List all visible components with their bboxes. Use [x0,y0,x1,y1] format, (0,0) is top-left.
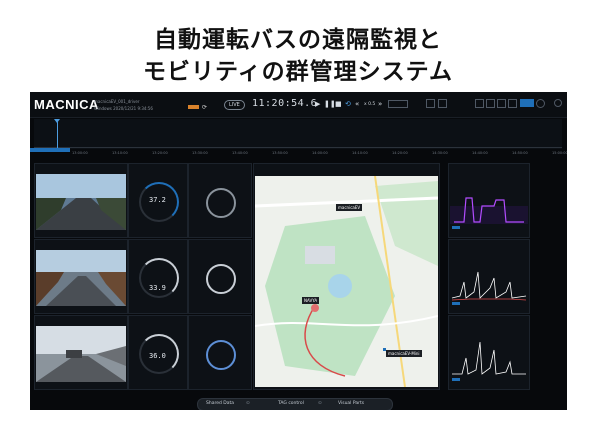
camera-image-1 [36,174,126,230]
map-panel[interactable]: macnicaEV NAVYA macnicaEV-Mini [253,163,440,390]
info-icon[interactable] [554,99,562,107]
camera-panel-1[interactable] [34,163,128,238]
camera-panel-2[interactable] [34,239,128,314]
clipboard-icon[interactable] [486,99,495,108]
tag-control-button[interactable]: TAG control [278,401,304,406]
timeline-tick: 13:40:00 [232,151,248,155]
shared-data-button[interactable]: Shared Data [206,401,234,406]
speed-panel-3: 36.0 [128,315,188,390]
header-sub2: Windows 2020/12/21 9:34:56 [94,106,153,111]
vibration-chart-1 [448,163,530,238]
chart-2-plot [451,271,527,305]
status-badge [188,105,199,109]
refresh-icon[interactable]: ⟳ [202,104,207,111]
top-bar: MACNICA macnicaEV_001_driver Windows 202… [30,92,567,118]
play-icon[interactable]: ▶ [315,100,320,108]
timeline-tick: 13:00:00 [72,151,88,155]
chart-1-plot [450,197,528,229]
timeline-tick: 13:20:00 [152,151,168,155]
settings-icon[interactable] [426,99,435,108]
copy-icon[interactable] [508,99,517,108]
timeline-selection[interactable] [30,148,70,152]
tag-icon: ⊙ [318,401,322,406]
mode-toggle[interactable] [520,99,534,107]
stop-icon[interactable]: ■ [335,100,342,108]
headline-line-1: 自動運転バスの遠隔監視と [154,27,442,53]
chart-3-plot [452,341,526,381]
speed-panel-1: 37.2 [128,163,188,238]
speed-select[interactable] [388,100,408,108]
steering-wheel-icon-1 [206,188,236,218]
divider-icon: ⊙ [246,401,250,406]
timeline[interactable] [34,119,562,149]
timeline-tick: 13:30:00 [192,151,208,155]
speed-value-1: 37.2 [149,196,166,204]
timeline-axis [34,147,562,148]
steering-wheel-icon-3 [206,340,236,370]
vibration-chart-3 [448,315,530,390]
map-label-car2: NAVYA [302,297,320,304]
map-label-car1: macnicaEV [336,204,363,211]
speed-value-2: 33.9 [149,284,166,292]
header-sub1: macnicaEV_001_driver [94,99,140,104]
timeline-tick: 14:00:00 [312,151,328,155]
steering-wheel-icon-2 [206,264,236,294]
bottom-toolbar: Shared Data ⊙ TAG control ⊙ Visual Parts [197,398,393,410]
camera-panel-3[interactable] [34,315,128,390]
live-button[interactable]: LIVE [224,100,245,110]
timeline-cursor[interactable] [57,119,58,149]
timeline-tick: 14:30:00 [432,151,448,155]
speed-gauge-2 [139,258,179,298]
loop-icon[interactable]: ⟲ [345,100,351,108]
map-label-car3: macnicaEV-Mini [386,350,422,357]
timeline-tick: 14:40:00 [472,151,488,155]
speed-panel-2: 33.9 [128,239,188,314]
timeline-cursor-head[interactable] [54,119,60,123]
user-icon[interactable] [536,99,545,108]
forward-icon[interactable]: » [378,100,382,108]
steering-panel-2 [188,239,252,314]
save-icon[interactable] [475,99,484,108]
timeline-tick: 13:50:00 [272,151,288,155]
timeline-tick: 13:10:00 [112,151,128,155]
visual-parts-button[interactable]: Visual Parts [338,401,364,406]
app-logo: MACNICA [34,97,99,112]
timeline-tick: 14:20:00 [392,151,408,155]
rewind-icon[interactable]: « [355,100,359,108]
clock-display: 11:20:54.6 [252,98,318,109]
layout-icon[interactable] [497,99,506,108]
timeline-tick: 14:50:00 [512,151,528,155]
timeline-tick: 15:00:00 [552,151,567,155]
steering-panel-3 [188,315,252,390]
camera-image-3 [36,326,126,382]
speed-label: x 0.5 [364,102,376,107]
headline-line-2: モビリティの群管理システム [143,59,453,85]
pause-icon[interactable]: ❚❚ [324,100,336,108]
export-icon[interactable] [438,99,447,108]
vibration-chart-2 [448,239,530,314]
camera-image-2 [36,250,126,306]
steering-panel-1 [188,163,252,238]
timeline-tick: 14:10:00 [352,151,368,155]
speed-value-3: 36.0 [149,352,166,360]
app-window: MACNICA macnicaEV_001_driver Windows 202… [30,92,567,410]
